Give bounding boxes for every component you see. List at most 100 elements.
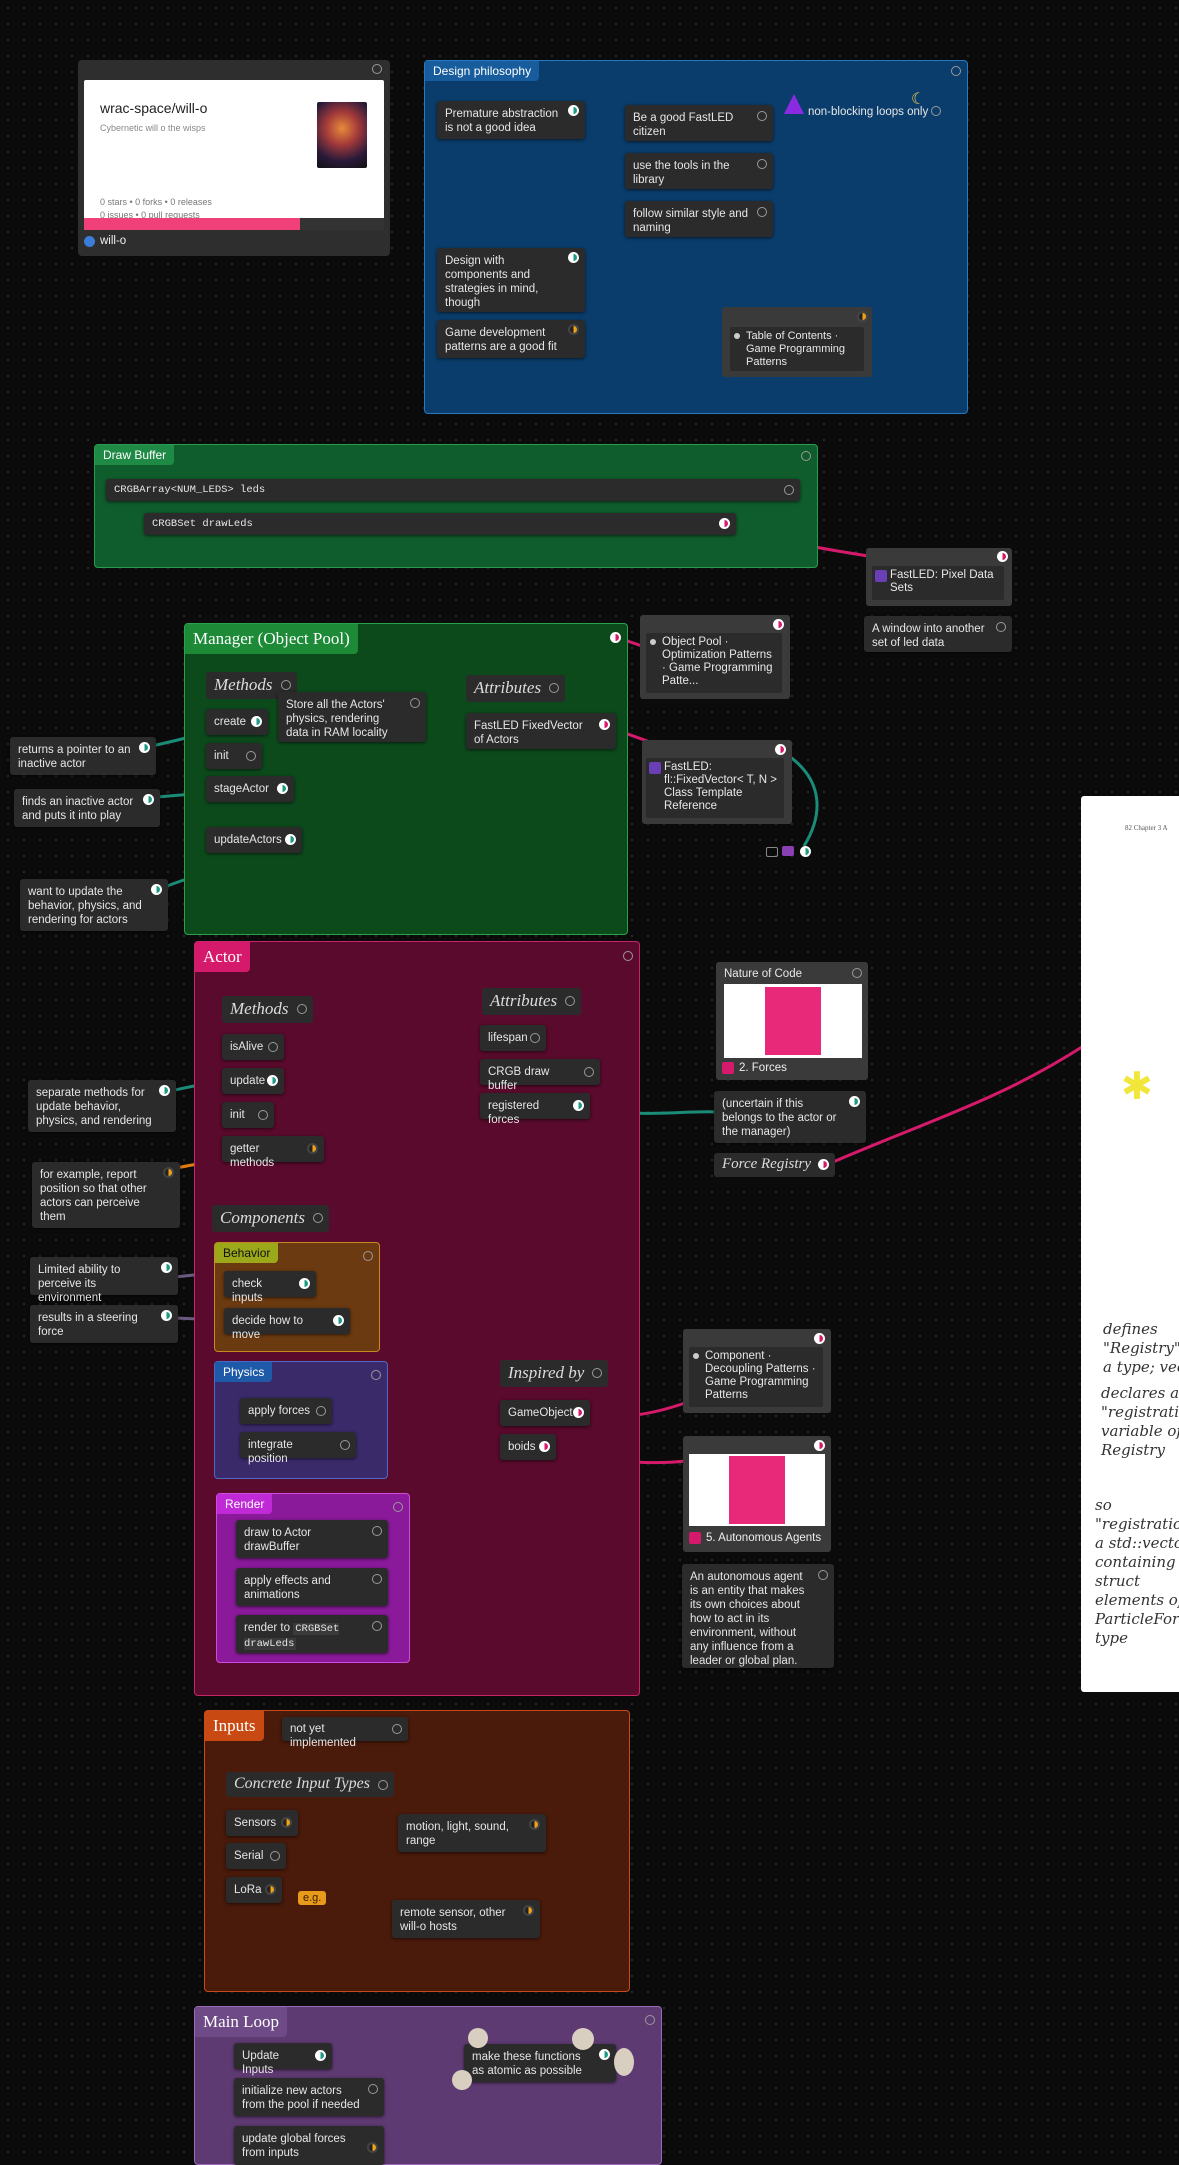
connection-dot[interactable] (996, 622, 1006, 632)
port[interactable] (163, 1167, 174, 1178)
card-init[interactable]: init (222, 1102, 274, 1128)
port[interactable] (857, 311, 868, 322)
card-drawleds[interactable]: CRGBSet drawLeds (144, 513, 736, 535)
card-component-link[interactable]: Component · Decoupling Patterns · Game P… (683, 1329, 831, 1413)
card-fastled-pixel[interactable]: FastLED: Pixel Data Sets (866, 548, 1012, 606)
connection-dot[interactable] (410, 698, 420, 708)
repo-card[interactable]: wrac-space/will-o Cybernetic will o the … (78, 60, 390, 256)
card-update-inputs[interactable]: Update Inputs (234, 2043, 332, 2076)
connection-dot[interactable] (645, 2015, 655, 2025)
card-window-note[interactable]: A window into another set of led data (864, 616, 1012, 652)
connection-dot[interactable] (801, 451, 811, 461)
note-want-update[interactable]: want to update the behavior, physics, an… (20, 879, 168, 931)
port[interactable] (161, 1262, 172, 1273)
connection-dot[interactable] (757, 159, 767, 169)
card-not-implemented[interactable]: not yet implemented (282, 1717, 408, 1749)
port[interactable] (523, 1905, 534, 1916)
note-report-position[interactable]: for example, report position so that oth… (32, 1162, 180, 1228)
port[interactable] (818, 1159, 829, 1170)
card-registered-forces[interactable]: registered forces (480, 1093, 590, 1126)
card-fixed-vector[interactable]: FastLED FixedVector of Actors (466, 713, 616, 749)
port[interactable] (599, 719, 610, 730)
card-init[interactable]: init (206, 743, 262, 769)
connection-dot[interactable] (372, 1574, 382, 1584)
card-autonomous-note[interactable]: An autonomous agent is an entity that ma… (682, 1564, 834, 1668)
port[interactable] (281, 1817, 292, 1828)
card-update-global[interactable]: update global forces from inputs (234, 2126, 384, 2165)
port[interactable] (161, 1310, 172, 1321)
card-render-to[interactable]: render to CRGBSet drawLeds (236, 1615, 388, 1653)
card-lora[interactable]: LoRa (226, 1877, 282, 1903)
connection-dot[interactable] (258, 1110, 268, 1120)
connection-dot[interactable] (852, 968, 862, 978)
connection-dot[interactable] (818, 1570, 828, 1580)
port[interactable] (299, 1278, 310, 1289)
card-init-new-actors[interactable]: initialize new actors from the pool if n… (234, 2078, 384, 2116)
group-draw-buffer[interactable]: Draw Buffer (94, 444, 818, 568)
connection-dot[interactable] (268, 1042, 278, 1052)
port[interactable] (775, 744, 786, 755)
card-design-components[interactable]: Design with components and strategies in… (437, 248, 585, 312)
port[interactable] (568, 252, 579, 263)
connection-dot[interactable] (372, 1621, 382, 1631)
paper-page-image[interactable]: 82 Chapter 3 A ✱ defines "Registry" as a… (1081, 796, 1179, 1692)
connection-dot[interactable] (316, 1406, 326, 1416)
card-boids[interactable]: boids (500, 1434, 556, 1460)
card-create[interactable]: create (206, 709, 268, 735)
port[interactable] (814, 1333, 825, 1344)
card-uncertain-note[interactable]: (uncertain if this belongs to the actor … (714, 1091, 866, 1143)
port[interactable] (277, 783, 288, 794)
port[interactable] (849, 1096, 860, 1107)
port[interactable] (568, 105, 579, 116)
connection-dot[interactable] (368, 2084, 378, 2094)
card-object-pool-link[interactable]: Object Pool · Optimization Patterns · Ga… (640, 615, 790, 699)
port[interactable] (800, 846, 811, 857)
port[interactable] (267, 1075, 278, 1086)
connection-dot[interactable] (280, 680, 291, 690)
card-tools[interactable]: use the tools in the library (625, 153, 773, 189)
comment-icon[interactable] (766, 847, 778, 857)
card-integrate-position[interactable]: integrate position (240, 1432, 356, 1465)
connection-dot[interactable] (363, 1251, 373, 1261)
card-update-actors[interactable]: updateActors (206, 827, 302, 853)
card-fixedvector-link[interactable]: FastLED: fl::FixedVector< T, N > Class T… (642, 740, 792, 824)
card-remote-sensor[interactable]: remote sensor, other will-o hosts (392, 1900, 540, 1938)
port[interactable] (367, 2142, 378, 2153)
port[interactable] (285, 834, 296, 845)
connection-dot[interactable] (530, 1033, 540, 1043)
connection-dot[interactable] (392, 1724, 402, 1734)
card-citizen[interactable]: Be a good FastLED citizen (625, 105, 773, 141)
connection-dot[interactable] (313, 1213, 323, 1223)
card-atomic[interactable]: make these functions as atomic as possib… (464, 2044, 616, 2082)
connection-dot[interactable] (270, 1851, 280, 1861)
card-lifespan[interactable]: lifespan (480, 1025, 546, 1051)
port[interactable] (315, 2050, 326, 2061)
card-apply-forces[interactable]: apply forces (240, 1398, 332, 1424)
card-game-patterns[interactable]: Game development patterns are a good fit (437, 320, 585, 358)
port[interactable] (719, 518, 730, 529)
port[interactable] (159, 1085, 170, 1096)
port[interactable] (143, 794, 154, 805)
port[interactable] (568, 324, 579, 335)
connection-dot[interactable] (784, 485, 794, 495)
port[interactable] (599, 2049, 610, 2060)
note-limited-ability[interactable]: Limited ability to perceive its environm… (30, 1257, 178, 1304)
connection-dot[interactable] (584, 1067, 594, 1077)
card-update[interactable]: update (222, 1068, 284, 1094)
card-decide-move[interactable]: decide how to move (224, 1308, 350, 1341)
port[interactable] (610, 632, 621, 643)
port[interactable] (139, 742, 150, 753)
card-nature-of-code[interactable]: Nature of Code 2. Forces (716, 962, 868, 1080)
card-serial[interactable]: Serial (226, 1843, 286, 1869)
port[interactable] (333, 1315, 344, 1326)
connection-dot[interactable] (757, 207, 767, 217)
card-nonblocking[interactable]: ☾ non-blocking loops only (780, 91, 950, 128)
connection-dot[interactable] (757, 111, 767, 121)
port[interactable] (151, 884, 162, 895)
port[interactable] (529, 1819, 540, 1830)
connection-dot[interactable] (371, 1370, 381, 1380)
connection-dot[interactable] (340, 1440, 350, 1450)
connection-dot[interactable] (951, 66, 961, 76)
card-style[interactable]: follow similar style and naming (625, 201, 773, 237)
port[interactable] (997, 551, 1008, 562)
